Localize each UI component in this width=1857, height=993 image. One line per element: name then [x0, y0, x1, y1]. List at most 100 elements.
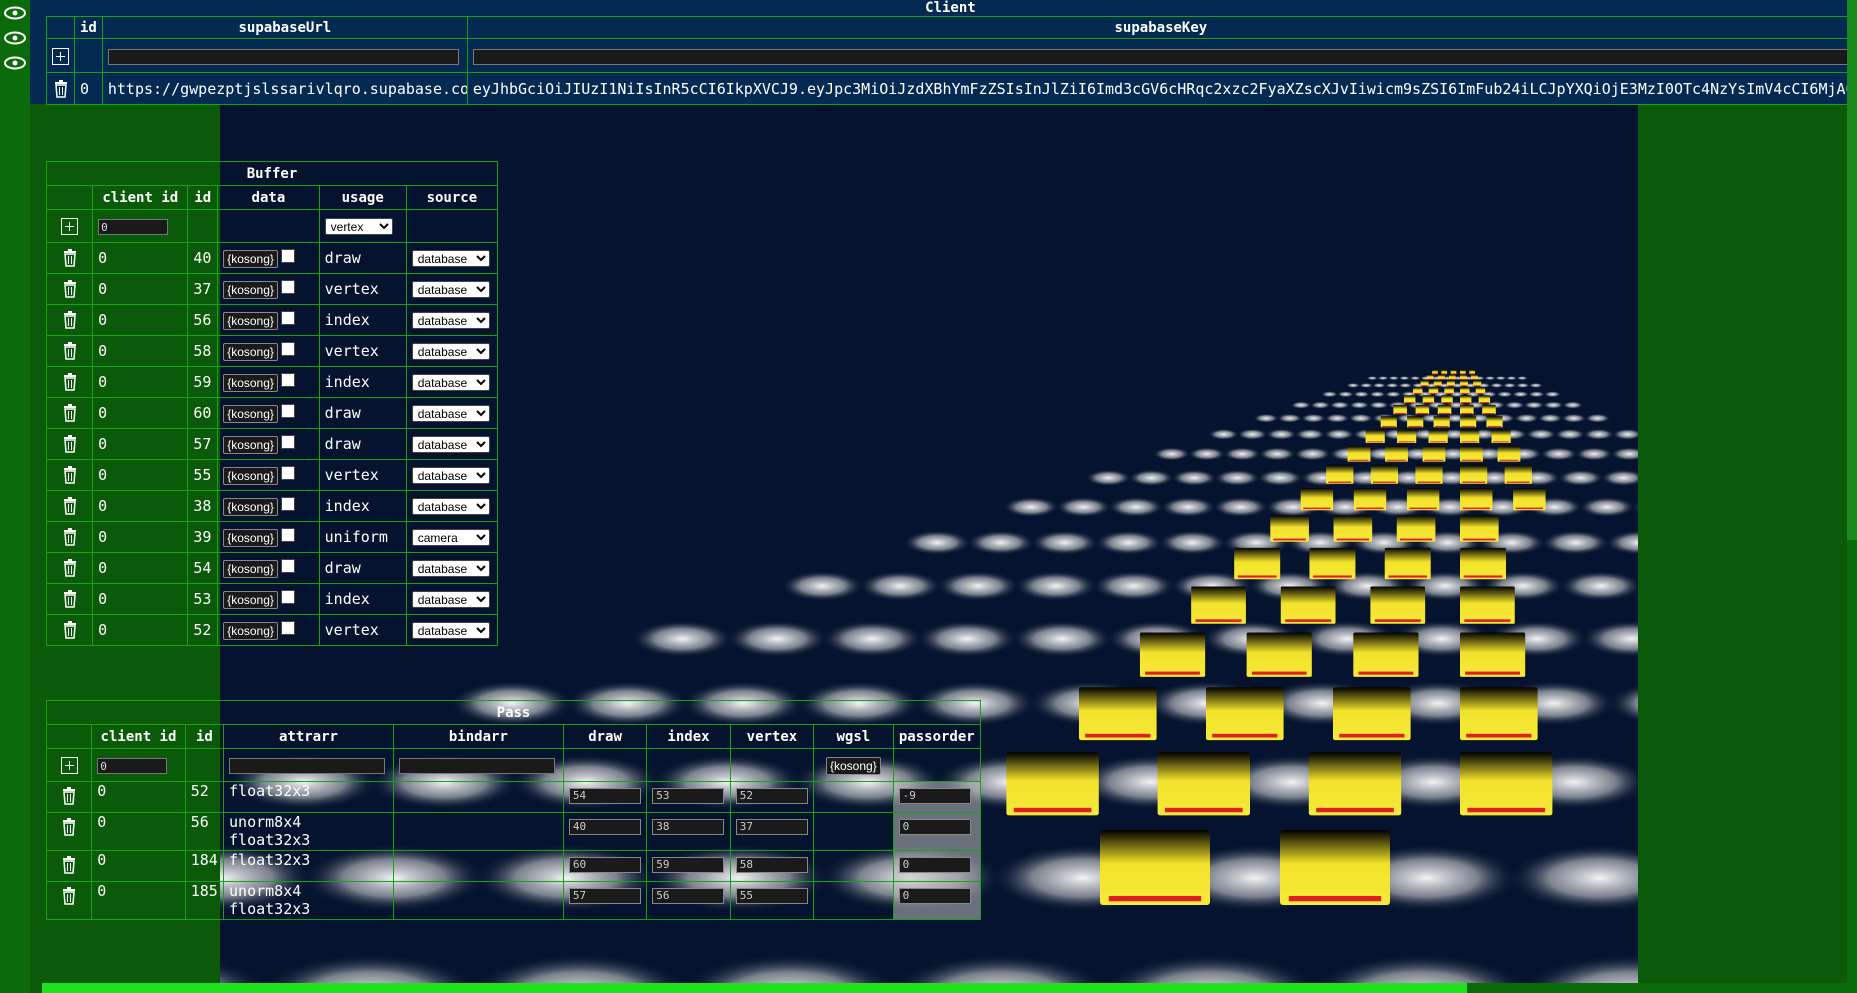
- trash-icon[interactable]: [63, 559, 77, 577]
- passorder-input[interactable]: [898, 818, 971, 835]
- trash-icon[interactable]: [63, 590, 77, 608]
- trash-icon[interactable]: [63, 435, 77, 453]
- passorder-input[interactable]: [898, 787, 971, 804]
- vertex-input[interactable]: [735, 787, 808, 804]
- trash-icon[interactable]: [62, 855, 76, 874]
- data-button[interactable]: {kosong}: [223, 497, 278, 516]
- trash-icon[interactable]: [63, 373, 77, 391]
- eye-icon[interactable]: [3, 6, 27, 20]
- vertical-scroll-thumb[interactable]: [1847, 0, 1857, 540]
- eye-icon[interactable]: [3, 56, 27, 70]
- passorder-input[interactable]: [898, 856, 971, 873]
- horizontal-scroll-thumb[interactable]: [42, 983, 1467, 993]
- trash-icon[interactable]: [54, 79, 68, 98]
- source-select[interactable]: database: [411, 374, 490, 391]
- usage-select[interactable]: vertex: [324, 218, 393, 235]
- table-row: 0 56 unorm8x4 float32x3: [45, 812, 982, 851]
- bindarr-input[interactable]: [398, 758, 555, 775]
- delete-cell: [45, 335, 94, 367]
- data-button[interactable]: {kosong}: [223, 342, 278, 361]
- data-checkbox[interactable]: [280, 465, 295, 480]
- data-button[interactable]: {kosong}: [223, 404, 278, 423]
- trash-icon[interactable]: [63, 342, 77, 360]
- draw-input[interactable]: [568, 818, 641, 835]
- add-icon[interactable]: [61, 218, 79, 235]
- draw-input[interactable]: [568, 887, 641, 904]
- delete-cell: [45, 521, 94, 553]
- car-model: [1450, 370, 1457, 375]
- index-input[interactable]: [652, 887, 725, 904]
- data-checkbox[interactable]: [280, 248, 295, 263]
- trash-icon[interactable]: [63, 249, 77, 267]
- trash-icon[interactable]: [63, 621, 77, 639]
- data-checkbox[interactable]: [280, 434, 295, 449]
- attrarr-input[interactable]: [229, 758, 386, 775]
- data-button[interactable]: {kosong}: [223, 373, 278, 392]
- data-checkbox[interactable]: [280, 620, 295, 635]
- trash-icon[interactable]: [63, 528, 77, 546]
- supabaseurl-input[interactable]: [107, 48, 459, 65]
- table-row: 0 52 {kosong} vertex database: [45, 614, 499, 646]
- source-select[interactable]: database: [411, 250, 490, 267]
- source-select[interactable]: database: [411, 312, 490, 329]
- trash-icon[interactable]: [63, 404, 77, 422]
- client-id-input[interactable]: [98, 219, 169, 236]
- source-select[interactable]: database: [411, 467, 490, 484]
- data-checkbox[interactable]: [280, 527, 295, 542]
- data-button[interactable]: {kosong}: [223, 528, 278, 547]
- source-select[interactable]: database: [411, 560, 490, 577]
- source-select[interactable]: database: [411, 436, 490, 453]
- source-select[interactable]: database: [411, 343, 490, 360]
- add-icon[interactable]: [52, 47, 69, 65]
- light-spot: [1543, 391, 1561, 398]
- car-body: [1353, 488, 1387, 511]
- data-button[interactable]: {kosong}: [223, 559, 278, 578]
- data-checkbox[interactable]: [280, 589, 295, 604]
- data-button[interactable]: {kosong}: [223, 590, 278, 609]
- add-icon[interactable]: [60, 757, 78, 774]
- data-button[interactable]: {kosong}: [223, 280, 278, 299]
- vertex-input[interactable]: [735, 887, 808, 904]
- source-select[interactable]: database: [411, 405, 490, 422]
- trash-icon[interactable]: [63, 280, 77, 298]
- data-checkbox[interactable]: [280, 372, 295, 387]
- draw-input[interactable]: [568, 787, 641, 804]
- data-button[interactable]: {kosong}: [223, 249, 278, 268]
- data-button[interactable]: {kosong}: [223, 311, 278, 330]
- client-id-input[interactable]: [97, 758, 168, 775]
- light-spot: [1348, 401, 1370, 409]
- data-button[interactable]: {kosong}: [223, 435, 278, 454]
- data-checkbox[interactable]: [280, 341, 295, 356]
- car-tail-light: [1328, 481, 1352, 483]
- index-input[interactable]: [652, 818, 725, 835]
- source-select[interactable]: database: [411, 281, 490, 298]
- data-button[interactable]: {kosong}: [223, 466, 278, 485]
- source-select[interactable]: database: [411, 622, 490, 639]
- index-input[interactable]: [652, 856, 725, 873]
- passorder-input[interactable]: [898, 887, 971, 904]
- draw-input[interactable]: [568, 856, 641, 873]
- eye-icon[interactable]: [3, 31, 27, 45]
- index-input[interactable]: [652, 787, 725, 804]
- data-checkbox[interactable]: [280, 403, 295, 418]
- car-model: [1497, 445, 1521, 462]
- source-select[interactable]: database: [411, 498, 490, 515]
- data-checkbox[interactable]: [280, 558, 295, 573]
- data-button[interactable]: {kosong}: [223, 621, 278, 640]
- data-checkbox[interactable]: [280, 496, 295, 511]
- wgsl-button[interactable]: {kosong}: [826, 756, 881, 775]
- trash-icon[interactable]: [62, 786, 76, 805]
- trash-icon[interactable]: [63, 311, 77, 329]
- supabasekey-input[interactable]: [472, 48, 1849, 65]
- trash-icon[interactable]: [62, 886, 76, 905]
- trash-icon[interactable]: [63, 466, 77, 484]
- data-checkbox[interactable]: [280, 310, 295, 325]
- trash-icon[interactable]: [62, 817, 76, 836]
- source-select[interactable]: camera: [411, 529, 490, 546]
- data-checkbox[interactable]: [280, 279, 295, 294]
- vertex-input[interactable]: [735, 856, 808, 873]
- light-spot: [1495, 376, 1507, 381]
- source-select[interactable]: database: [411, 591, 490, 608]
- vertex-input[interactable]: [735, 818, 808, 835]
- trash-icon[interactable]: [63, 497, 77, 515]
